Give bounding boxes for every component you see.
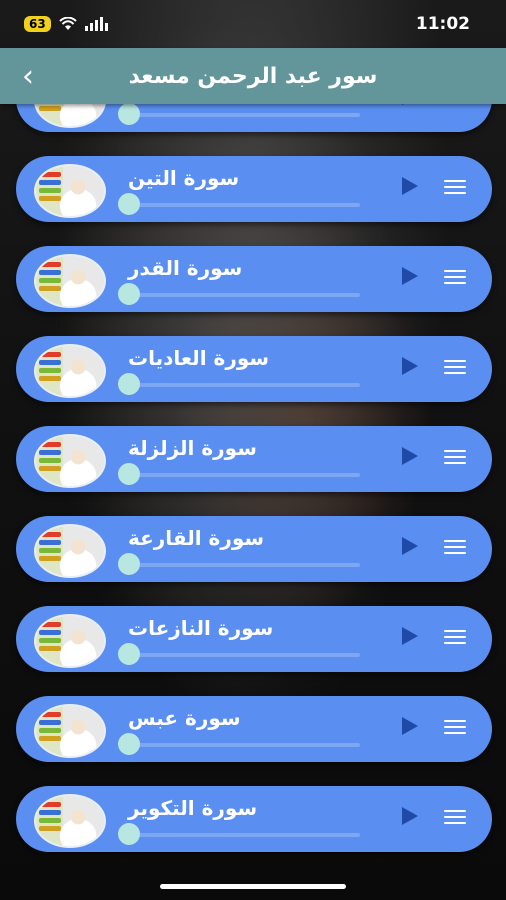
progress-track[interactable] bbox=[120, 563, 360, 567]
reciter-avatar bbox=[34, 704, 106, 758]
status-bar: 63 11:02 bbox=[0, 0, 506, 48]
drag-handle-icon[interactable] bbox=[444, 810, 466, 826]
surah-title: سورة الزلزلة bbox=[128, 436, 257, 460]
play-icon[interactable] bbox=[402, 104, 418, 105]
page-title: سور عبد الرحمن مسعد bbox=[128, 63, 378, 89]
surah-title: سورة القارعة bbox=[128, 526, 265, 550]
play-icon[interactable] bbox=[402, 627, 418, 645]
progress-knob[interactable] bbox=[118, 553, 140, 575]
play-icon[interactable] bbox=[402, 447, 418, 465]
progress-track[interactable] bbox=[120, 383, 360, 387]
progress-knob[interactable] bbox=[118, 463, 140, 485]
signal-icon bbox=[84, 17, 108, 31]
drag-handle-icon[interactable] bbox=[444, 630, 466, 646]
progress-track[interactable] bbox=[120, 203, 360, 207]
chevron-left-icon: ‹ bbox=[22, 58, 34, 94]
surah-card[interactable] bbox=[16, 104, 492, 132]
progress-knob[interactable] bbox=[118, 373, 140, 395]
surah-title: سورة التكوير bbox=[128, 796, 258, 820]
reciter-avatar bbox=[34, 794, 106, 848]
wifi-icon bbox=[59, 17, 77, 30]
drag-handle-icon[interactable] bbox=[444, 104, 466, 106]
surah-title: سورة القدر bbox=[128, 256, 243, 280]
progress-knob[interactable] bbox=[118, 104, 140, 125]
home-indicator[interactable] bbox=[160, 884, 346, 889]
surah-card[interactable]: سورة القدر bbox=[16, 246, 492, 312]
surah-card[interactable]: سورة العاديات bbox=[16, 336, 492, 402]
clock: 11:02 bbox=[415, 14, 470, 34]
progress-track[interactable] bbox=[120, 833, 360, 837]
play-icon[interactable] bbox=[402, 717, 418, 735]
surah-title: سورة عبس bbox=[128, 706, 241, 730]
reciter-avatar bbox=[34, 614, 106, 668]
surah-list[interactable]: سورة التين سورة القدر سورة العاديات سورة… bbox=[0, 104, 506, 900]
reciter-avatar bbox=[34, 164, 106, 218]
surah-card[interactable]: سورة النازعات bbox=[16, 606, 492, 672]
play-icon[interactable] bbox=[402, 807, 418, 825]
surah-title: سورة التين bbox=[128, 166, 240, 190]
drag-handle-icon[interactable] bbox=[444, 720, 466, 736]
back-button[interactable]: ‹ bbox=[0, 48, 56, 104]
progress-knob[interactable] bbox=[118, 733, 140, 755]
surah-title: سورة العاديات bbox=[128, 346, 270, 370]
drag-handle-icon[interactable] bbox=[444, 270, 466, 286]
surah-card[interactable]: سورة التين bbox=[16, 156, 492, 222]
progress-track[interactable] bbox=[120, 293, 360, 297]
play-icon[interactable] bbox=[402, 357, 418, 375]
drag-handle-icon[interactable] bbox=[444, 450, 466, 466]
surah-card[interactable]: سورة عبس bbox=[16, 696, 492, 762]
play-icon[interactable] bbox=[402, 537, 418, 555]
surah-card[interactable]: سورة الزلزلة bbox=[16, 426, 492, 492]
drag-handle-icon[interactable] bbox=[444, 360, 466, 376]
progress-knob[interactable] bbox=[118, 193, 140, 215]
surah-title: سورة النازعات bbox=[128, 616, 274, 640]
reciter-avatar bbox=[34, 344, 106, 398]
progress-knob[interactable] bbox=[118, 283, 140, 305]
reciter-avatar bbox=[34, 524, 106, 578]
reciter-avatar bbox=[34, 104, 106, 128]
surah-card[interactable]: سورة التكوير bbox=[16, 786, 492, 852]
app-header: ‹ سور عبد الرحمن مسعد bbox=[0, 48, 506, 104]
progress-track[interactable] bbox=[120, 743, 360, 747]
surah-card[interactable]: سورة القارعة bbox=[16, 516, 492, 582]
progress-track[interactable] bbox=[120, 113, 360, 117]
reciter-avatar bbox=[34, 254, 106, 308]
progress-track[interactable] bbox=[120, 473, 360, 477]
battery-badge: 63 bbox=[24, 16, 51, 32]
play-icon[interactable] bbox=[402, 177, 418, 195]
progress-track[interactable] bbox=[120, 653, 360, 657]
progress-knob[interactable] bbox=[118, 823, 140, 845]
drag-handle-icon[interactable] bbox=[444, 540, 466, 556]
play-icon[interactable] bbox=[402, 267, 418, 285]
drag-handle-icon[interactable] bbox=[444, 180, 466, 196]
reciter-avatar bbox=[34, 434, 106, 488]
progress-knob[interactable] bbox=[118, 643, 140, 665]
